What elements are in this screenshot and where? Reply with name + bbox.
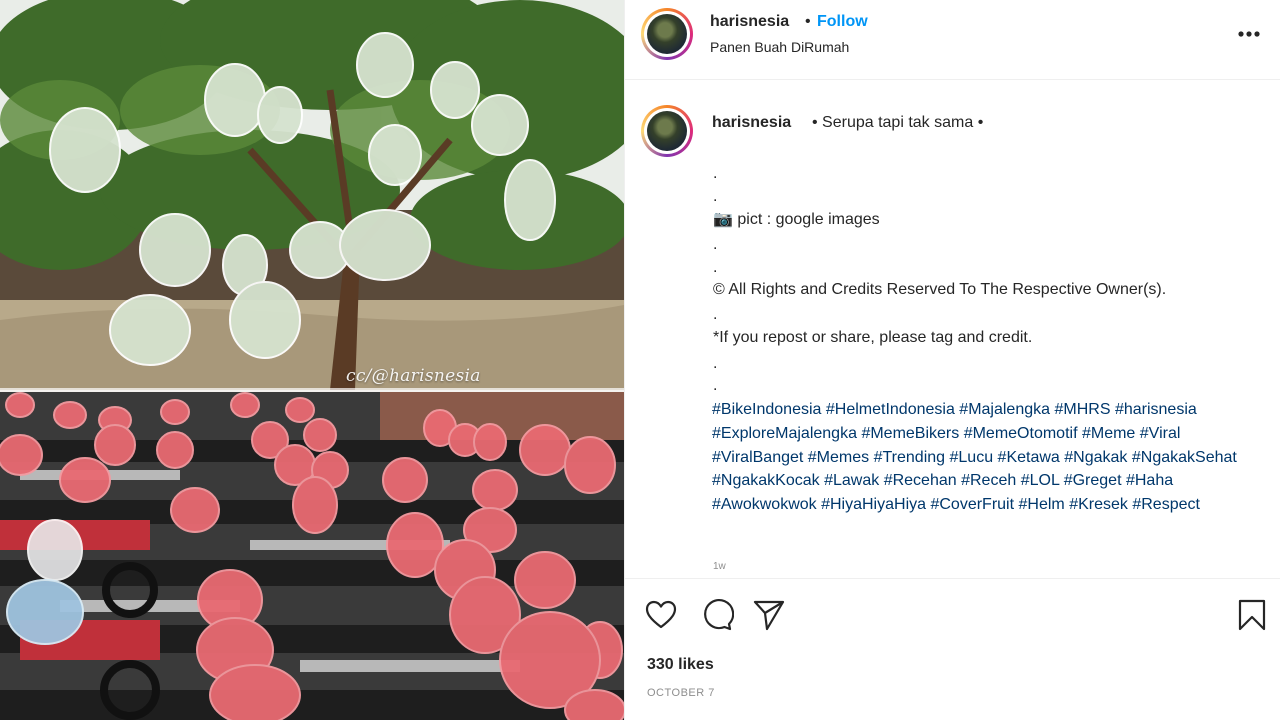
hashtag-link[interactable]: #Haha bbox=[1126, 472, 1173, 489]
caption-line: . bbox=[713, 377, 718, 394]
hashtag-link[interactable]: #Respect bbox=[1132, 496, 1200, 513]
hashtag-link[interactable]: #NgakakKocak bbox=[712, 472, 820, 489]
caption-repost-line: *If you repost or share, please tag and … bbox=[713, 329, 1033, 346]
header-username[interactable]: harisnesia bbox=[710, 13, 789, 31]
hashtag-list: #BikeIndonesia #HelmetIndonesia #Majalen… bbox=[712, 398, 1272, 517]
hashtag-link[interactable]: #Recehan bbox=[884, 472, 957, 489]
caption-copyright-line: © All Rights and Credits Reserved To The… bbox=[713, 281, 1167, 298]
hashtag-link[interactable]: #Greget bbox=[1064, 472, 1122, 489]
comment-icon bbox=[704, 598, 735, 631]
paper-plane-icon bbox=[753, 600, 785, 631]
caption-avatar[interactable] bbox=[641, 105, 693, 157]
share-button[interactable] bbox=[751, 597, 787, 633]
location-link[interactable]: Panen Buah DiRumah bbox=[710, 39, 849, 55]
caption-username[interactable]: harisnesia bbox=[712, 114, 791, 132]
caption-line: . bbox=[713, 165, 718, 182]
avatar-image bbox=[647, 14, 687, 54]
post-header: harisnesia • Follow Panen Buah DiRumah bbox=[625, 0, 1280, 80]
hashtag-link[interactable]: #Memes bbox=[808, 449, 869, 466]
hashtag-link[interactable]: #Ketawa bbox=[998, 449, 1060, 466]
more-options-icon[interactable] bbox=[1233, 20, 1265, 48]
hashtag-link[interactable]: #NgakakSehat bbox=[1132, 449, 1237, 466]
avatar-image bbox=[647, 111, 687, 151]
follow-button[interactable]: Follow bbox=[817, 13, 868, 31]
hashtag-link[interactable]: #Lawak bbox=[824, 472, 879, 489]
hashtag-link[interactable]: #Helm bbox=[1019, 496, 1065, 513]
like-button[interactable] bbox=[643, 597, 679, 633]
hashtag-link[interactable]: #Receh bbox=[961, 472, 1016, 489]
hashtag-link[interactable]: #harisnesia bbox=[1115, 401, 1197, 418]
likes-count[interactable]: 330 likes bbox=[647, 656, 714, 674]
post-image[interactable]: cc/@harisnesia bbox=[0, 0, 624, 720]
bookmark-icon bbox=[1238, 599, 1266, 631]
more-horizontal-icon bbox=[1238, 31, 1260, 37]
hashtag-link[interactable]: #BikeIndonesia bbox=[712, 401, 821, 418]
caption-timestamp[interactable]: 1w bbox=[713, 561, 726, 572]
hashtag-link[interactable]: #ViralBanget bbox=[712, 449, 803, 466]
hashtag-link[interactable]: #Trending bbox=[874, 449, 945, 466]
hashtag-link[interactable]: #Kresek bbox=[1069, 496, 1128, 513]
image-watermark: cc/@harisnesia bbox=[346, 366, 481, 386]
post-actions: 330 likes OCTOBER 7 bbox=[625, 578, 1280, 720]
hashtag-link[interactable]: #HelmetIndonesia bbox=[826, 401, 955, 418]
post-side-panel: harisnesia • Follow Panen Buah DiRumah h… bbox=[624, 0, 1280, 720]
hashtag-link[interactable]: #HiyaHiyaHiya bbox=[821, 496, 926, 513]
comment-button[interactable] bbox=[698, 597, 735, 633]
hashtag-link[interactable]: #CoverFruit bbox=[930, 496, 1014, 513]
post-photo-illustration bbox=[0, 0, 624, 720]
hashtag-link[interactable]: #ExploreMajalengka bbox=[712, 425, 857, 442]
hashtag-link[interactable]: #Awokwokwok bbox=[712, 496, 817, 513]
hashtag-link[interactable]: #Ngakak bbox=[1064, 449, 1127, 466]
hashtag-link[interactable]: #MHRS bbox=[1054, 401, 1110, 418]
hashtag-link[interactable]: #Majalengka bbox=[959, 401, 1050, 418]
hashtag-link[interactable]: #Lucu bbox=[950, 449, 994, 466]
hashtag-link[interactable]: #MemeOtomotif bbox=[964, 425, 1078, 442]
avatar-ring-inner bbox=[644, 108, 690, 154]
caption-area: harisnesia • Serupa tapi tak sama • . . … bbox=[625, 81, 1280, 578]
hashtag-link[interactable]: #Viral bbox=[1140, 425, 1181, 442]
heart-icon bbox=[645, 600, 677, 629]
hashtag-link[interactable]: #Meme bbox=[1082, 425, 1135, 442]
caption-text: • Serupa tapi tak sama • bbox=[812, 114, 984, 131]
post-date[interactable]: OCTOBER 7 bbox=[647, 687, 715, 699]
avatar[interactable] bbox=[641, 8, 693, 60]
caption-line: . bbox=[713, 188, 718, 205]
caption-line: . bbox=[713, 236, 718, 253]
caption-line: . bbox=[713, 306, 718, 323]
save-button[interactable] bbox=[1234, 597, 1270, 633]
hashtag-link[interactable]: #MemeBikers bbox=[861, 425, 959, 442]
header-separator: • bbox=[805, 13, 811, 30]
hashtag-link[interactable]: #LOL bbox=[1021, 472, 1060, 489]
caption-line: . bbox=[713, 355, 718, 372]
avatar-ring-inner bbox=[644, 11, 690, 57]
caption-line: . bbox=[713, 259, 718, 276]
caption-credit-line: 📷 pict : google images bbox=[713, 211, 880, 228]
